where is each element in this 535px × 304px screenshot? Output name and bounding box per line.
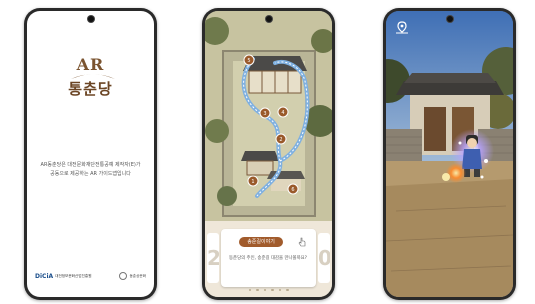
location-pin-icon[interactable] [394,21,410,35]
dicia-logo: DiCiA [35,272,54,280]
phone-ar-camera [383,8,516,300]
footer-left-org: 대전정보문화산업진흥원 [55,273,92,278]
story-text: 동춘당의 주인, 송준길 대감을 만나볼까요? [229,256,307,261]
hand-pointer-icon [298,237,306,247]
splash-screen: AR 통춘당 AR동춘당은 대전문화재단전통공예 제작자(E)가 공동으로 제공… [27,11,154,297]
prev-card[interactable]: 2 [207,233,219,283]
footer-right: 동춘상문화 [119,272,146,280]
page-indicator [205,288,332,291]
map-pin-label: 6 [291,187,294,193]
map-pin-label: 3 [263,111,266,117]
map-pin-label: 2 [279,137,282,143]
intro-line-1: AR동춘당은 대전문화재단전통공예 제작자(E)가 [40,162,141,168]
map-pin-label: 4 [281,110,284,116]
ar-camera-view [386,11,513,297]
front-camera [265,16,272,22]
map-pin-icon[interactable]: 3 [259,107,271,119]
intro-text: AR동춘당은 대전문화재단전통공예 제작자(E)가 공동으로 제공하는 AR 가… [35,161,146,179]
map-pin-label: 5 [247,58,250,64]
footer-left: DiCiA 대전정보문화산업진흥원 [35,273,92,280]
page-dot [278,288,281,291]
phone-splash: AR 통춘당 AR동춘당은 대전문화재단전통공예 제작자(E)가 공동으로 제공… [24,8,157,300]
story-card[interactable]: 송준길이야기 동춘당의 주인, 송준길 대감을 만나볼까요? [221,229,316,287]
phone-map: 5 3 4 2 1 6 2 송준길이야기 동춘당의 주인, 송준길 대감을 만나… [202,8,335,300]
map-pin-icon[interactable]: 5 [243,54,255,66]
map-pin-icon[interactable]: 2 [275,133,287,145]
story-card-carousel[interactable]: 2 송준길이야기 동춘당의 주인, 송준길 대감을 만나볼까요? 0 [205,221,332,297]
footer-right-org: 동춘상문화 [129,273,146,278]
partner-logo-icon [119,272,128,280]
logo-main-text: 통춘당 [68,80,113,98]
page-dot [256,288,259,291]
footer-logos: DiCiA 대전정보문화산업진흥원 동춘상문화 [35,269,146,283]
map-pin-icon[interactable]: 1 [247,175,259,187]
front-camera [446,16,453,22]
page-dot [248,288,251,291]
map-pin-label: 1 [251,179,254,185]
page-dot [271,288,274,291]
map-pin-icon[interactable]: 4 [277,106,289,118]
illustrated-map[interactable]: 5 3 4 2 1 6 [205,11,332,226]
front-camera [87,16,94,22]
page-dot [263,288,266,291]
ar-camera-screen[interactable] [386,11,513,297]
next-card[interactable]: 0 [318,233,330,283]
story-button[interactable]: 송준길이야기 [239,237,283,247]
intro-line-2: 공동으로 제공하는 AR 가이드앱입니다 [50,171,131,177]
map-screen: 5 3 4 2 1 6 2 송준길이야기 동춘당의 주인, 송준길 대감을 만나… [205,11,332,297]
map-pin-icon[interactable]: 6 [287,183,299,195]
page-dot [286,288,289,291]
